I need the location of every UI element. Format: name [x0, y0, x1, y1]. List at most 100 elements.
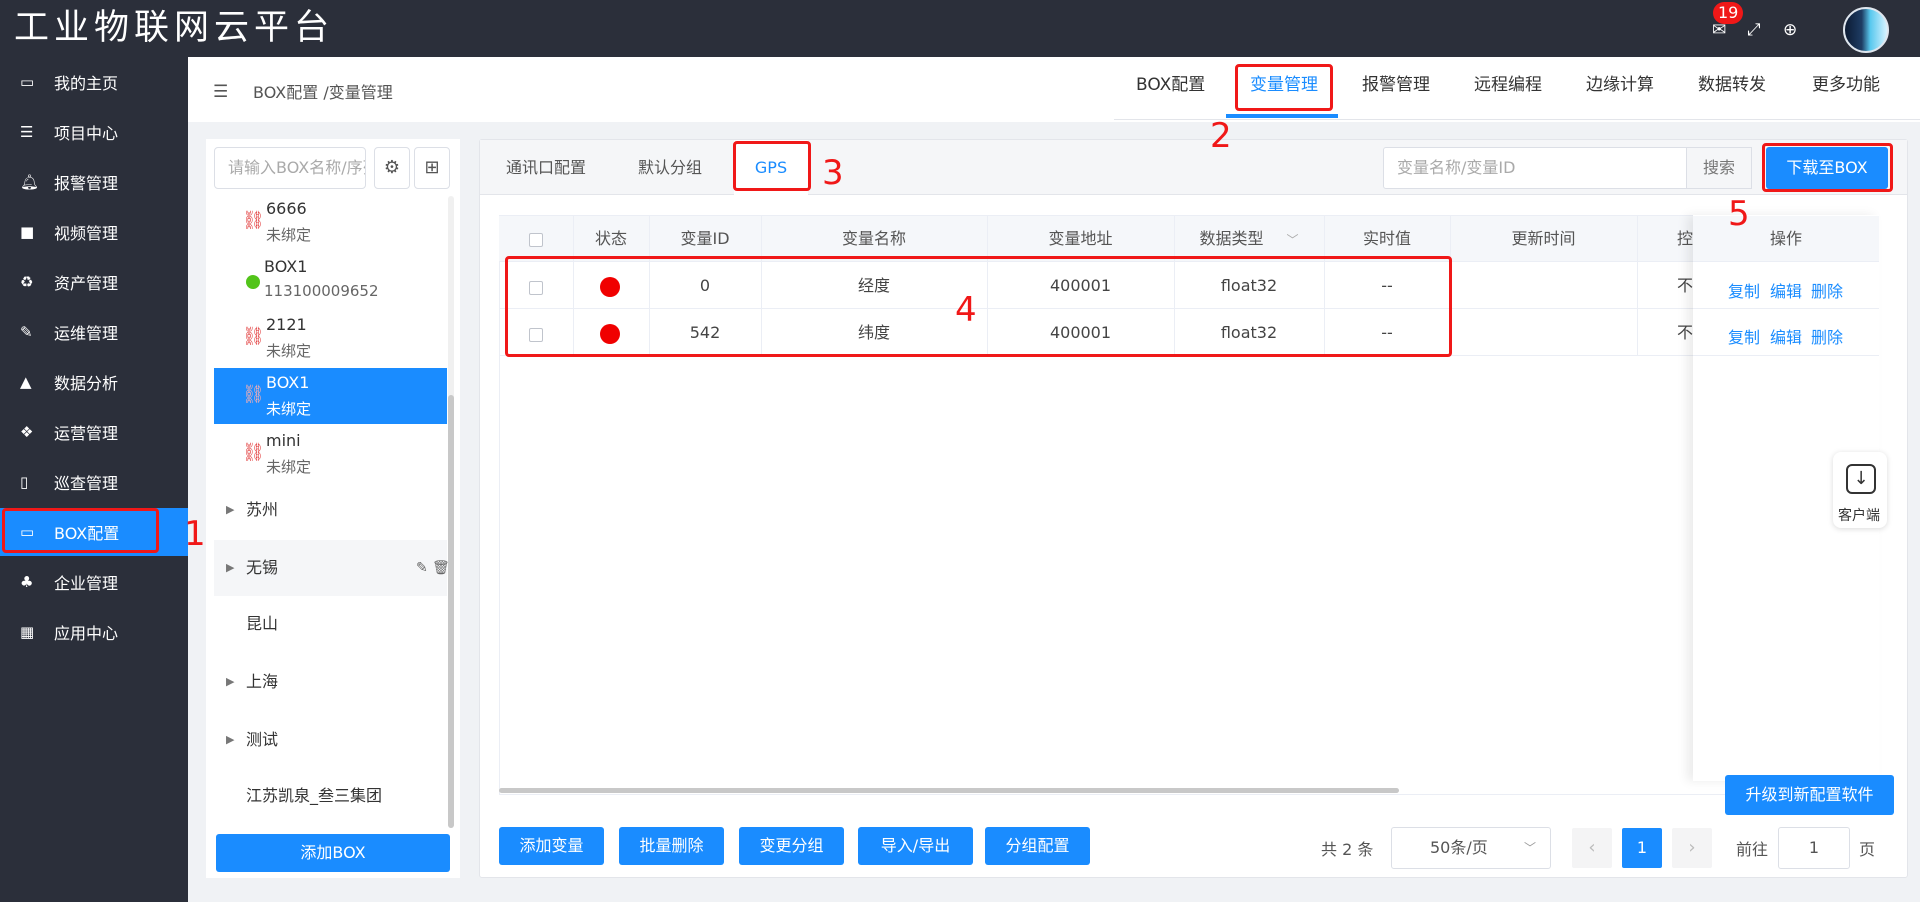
import-export-button[interactable]: 导入/导出: [858, 827, 973, 865]
tab-edge-computing[interactable]: 边缘计算: [1586, 62, 1654, 108]
current-page[interactable]: 1: [1622, 828, 1662, 868]
sidebar-item-video[interactable]: ■ 视频管理: [0, 208, 188, 256]
group-config-button[interactable]: 分组配置: [985, 827, 1090, 865]
caret-right-icon: ▶: [226, 675, 235, 688]
annotation-box: [1235, 64, 1333, 111]
annotation-number: 3: [822, 153, 844, 193]
device-item[interactable]: ⛓ 6666 未绑定: [214, 194, 447, 250]
search-button[interactable]: 搜索: [1686, 147, 1752, 189]
group-name: 江苏凯泉_叁三集团: [246, 786, 383, 805]
delete-link[interactable]: 删除: [1811, 278, 1843, 302]
tab-alarm-management[interactable]: 报警管理: [1362, 62, 1430, 108]
unlinked-icon: ⛓: [242, 210, 265, 231]
select-all-checkbox[interactable]: [529, 233, 543, 247]
group-name: 无锡: [246, 558, 279, 577]
next-page-button[interactable]: ›: [1672, 828, 1712, 868]
sidebar-item-inspection[interactable]: ▯ 巡查管理: [0, 458, 188, 506]
sidebar-item-maintenance[interactable]: ✎ 运维管理: [0, 308, 188, 356]
variable-search-input[interactable]: 变量名称/变量ID: [1383, 147, 1687, 189]
add-variable-button[interactable]: 添加变量: [499, 827, 604, 865]
tab-comm-port-config[interactable]: 通讯口配置: [486, 140, 606, 195]
group-test[interactable]: ▶ 测试: [214, 712, 447, 768]
tab-more-functions[interactable]: 更多功能: [1812, 62, 1880, 108]
file-icon: ▯: [20, 473, 29, 491]
group-name: 昆山: [246, 614, 279, 633]
caret-right-icon: ▶: [226, 561, 235, 574]
group-name: 测试: [246, 730, 279, 749]
settings-button[interactable]: ⚙: [374, 147, 410, 189]
page-suffix: 页: [1859, 840, 1876, 859]
annotation-box: [2, 508, 159, 553]
sidebar-item-label: 我的主页: [54, 74, 119, 93]
sidebar-item-label: 数据分析: [54, 374, 119, 393]
sidebar-item-label: 视频管理: [54, 224, 119, 243]
sidebar-item-operations[interactable]: ❖ 运营管理: [0, 408, 188, 456]
copy-link[interactable]: 复制: [1728, 324, 1760, 348]
upgrade-config-software-button[interactable]: 升级到新配置软件: [1725, 775, 1894, 815]
box-search-input[interactable]: 请输入BOX名称/序列号: [214, 147, 366, 189]
table-horizontal-scrollbar[interactable]: [499, 788, 1399, 793]
device-name: 6666: [266, 199, 307, 218]
sidebar-item-apps[interactable]: ▦ 应用中心: [0, 608, 188, 656]
tree-scrollbar-thumb[interactable]: [448, 395, 454, 828]
group-kunshan[interactable]: 昆山: [214, 596, 447, 652]
group-name: 上海: [246, 672, 279, 691]
goto-page-input[interactable]: 1: [1778, 827, 1850, 869]
batch-delete-button[interactable]: 批量删除: [619, 827, 724, 865]
device-name: BOX1: [264, 257, 308, 276]
sidebar-item-label: 项目中心: [54, 124, 119, 143]
caret-right-icon: ▶: [226, 503, 235, 516]
globe-icon[interactable]: ⊕: [1783, 20, 1797, 40]
group-shanghai[interactable]: ▶ 上海: [214, 654, 447, 710]
page-size-value: 50条/页: [1430, 838, 1488, 857]
copy-link[interactable]: 复制: [1728, 278, 1760, 302]
avatar[interactable]: [1843, 7, 1889, 53]
column-update-time: 更新时间: [1511, 229, 1576, 248]
download-icon: ↓: [1846, 464, 1876, 494]
tab-box-config[interactable]: BOX配置: [1136, 62, 1205, 108]
divider: [1114, 119, 1920, 120]
list-icon: ☰: [20, 123, 34, 141]
device-item[interactable]: BOX1 113100009652: [214, 252, 447, 308]
device-item[interactable]: ⛓ mini 未绑定: [214, 426, 447, 482]
column-operations: 操作: [1693, 216, 1879, 262]
device-status: 未绑定: [266, 342, 312, 360]
breadcrumb: BOX配置 /变量管理: [253, 83, 393, 102]
annotation-box: [505, 256, 1452, 357]
tab-remote-programming[interactable]: 远程编程: [1474, 62, 1542, 108]
tab-data-forwarding[interactable]: 数据转发: [1698, 62, 1766, 108]
edit-link[interactable]: 编辑: [1770, 278, 1802, 302]
unlinked-icon: ⛓: [242, 442, 265, 463]
edit-link[interactable]: 编辑: [1770, 324, 1802, 348]
sidebar-item-analysis[interactable]: ▲ 数据分析: [0, 358, 188, 406]
bell-icon: 🔔︎: [20, 173, 40, 191]
collapse-menu-icon[interactable]: ☰: [213, 82, 228, 102]
group-suzhou[interactable]: ▶ 苏州: [214, 482, 447, 538]
add-folder-button[interactable]: ⊞: [414, 147, 450, 189]
device-item-selected[interactable]: ⛓ BOX1 未绑定: [214, 368, 447, 424]
group-kaiquan[interactable]: 江苏凯泉_叁三集团: [214, 768, 447, 824]
chevron-right-icon: ›: [1688, 837, 1696, 858]
sidebar-item-label: 运营管理: [54, 424, 119, 443]
video-icon: ■: [20, 223, 35, 241]
device-item[interactable]: ⛓ 2121 未绑定: [214, 310, 447, 366]
sidebar-item-enterprise[interactable]: ♣ 企业管理: [0, 558, 188, 606]
tab-default-group[interactable]: 默认分组: [610, 140, 730, 195]
group-name: 苏州: [246, 500, 279, 519]
change-group-button[interactable]: 变更分组: [739, 827, 844, 865]
unlinked-icon: ⛓: [242, 384, 265, 405]
group-wuxi[interactable]: ▶ 无锡 ✎ 🗑︎: [214, 540, 450, 596]
device-serial: 113100009652: [264, 282, 379, 300]
add-box-button[interactable]: 添加BOX: [216, 834, 450, 872]
sidebar-item-label: 运维管理: [54, 324, 119, 343]
delete-link[interactable]: 删除: [1811, 324, 1843, 348]
edit-icon[interactable]: ✎: [416, 540, 428, 596]
sidebar-item-home[interactable]: ▭ 我的主页: [0, 58, 188, 106]
sidebar-item-projects[interactable]: ☰ 项目中心: [0, 108, 188, 156]
sidebar-item-alarm[interactable]: 🔔︎ 报警管理: [0, 158, 188, 206]
page-size-select[interactable]: 50条/页 ﹀: [1391, 827, 1551, 869]
sidebar-item-assets[interactable]: ♻ 资产管理: [0, 258, 188, 306]
annotation-number: 1: [184, 514, 206, 554]
fullscreen-icon[interactable]: ⤢: [1747, 20, 1761, 40]
prev-page-button[interactable]: ‹: [1572, 828, 1612, 868]
